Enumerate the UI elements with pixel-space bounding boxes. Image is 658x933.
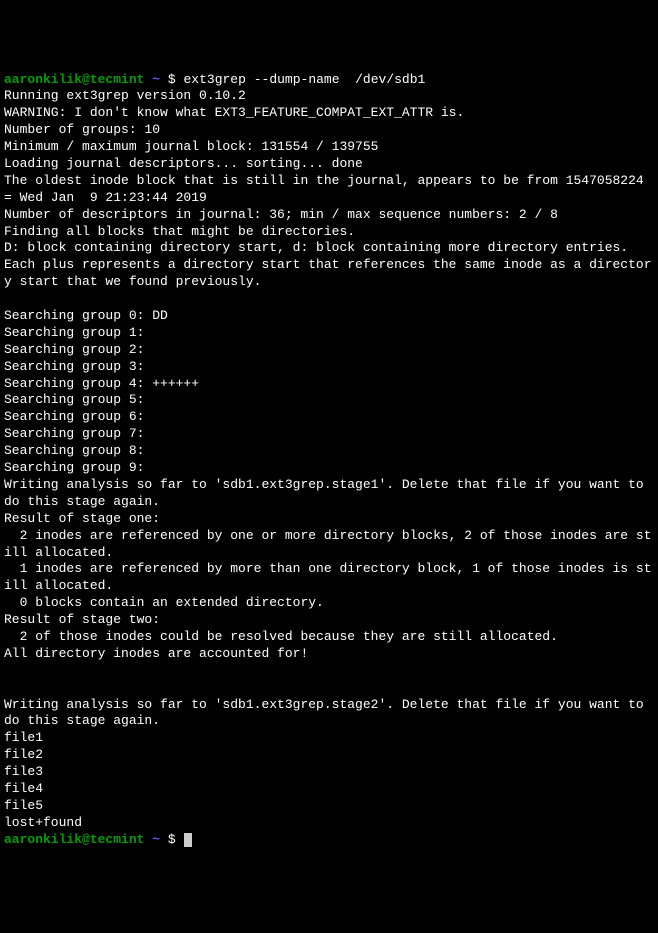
- output-line: Searching group 4: ++++++: [4, 376, 199, 391]
- terminal-window[interactable]: aaronkilik@tecmint ~ $ ext3grep --dump-n…: [4, 72, 654, 849]
- output-line: Number of descriptors in journal: 36; mi…: [4, 207, 558, 222]
- prompt-user: aaronkilik@tecmint: [4, 832, 144, 847]
- output-line: Searching group 2:: [4, 342, 144, 357]
- output-line: WARNING: I don't know what EXT3_FEATURE_…: [4, 105, 464, 120]
- output-line: Result of stage one:: [4, 511, 160, 526]
- output-line: 2 inodes are referenced by one or more d…: [4, 528, 652, 560]
- output-line: Minimum / maximum journal block: 131554 …: [4, 139, 378, 154]
- prompt-line-1: aaronkilik@tecmint ~ $ ext3grep --dump-n…: [4, 72, 425, 87]
- terminal-cursor[interactable]: [184, 833, 192, 847]
- output-line: Loading journal descriptors... sorting..…: [4, 156, 363, 171]
- prompt-tilde: ~: [152, 832, 160, 847]
- command-input: ext3grep --dump-name /dev/sdb1: [184, 72, 426, 87]
- output-line: lost+found: [4, 815, 82, 830]
- output-line: Writing analysis so far to 'sdb1.ext3gre…: [4, 477, 652, 509]
- output-line: file4: [4, 781, 43, 796]
- output-line: Searching group 1:: [4, 325, 144, 340]
- output-line: Searching group 0: DD: [4, 308, 168, 323]
- output-line: Searching group 6:: [4, 409, 144, 424]
- output-line: file2: [4, 747, 43, 762]
- output-line: Finding all blocks that might be directo…: [4, 224, 355, 239]
- output-line: Searching group 3:: [4, 359, 144, 374]
- output-line: 2 of those inodes could be resolved beca…: [4, 629, 558, 644]
- output-line: file1: [4, 730, 43, 745]
- prompt-dollar: $: [168, 72, 176, 87]
- output-line: Result of stage two:: [4, 612, 160, 627]
- prompt-dollar: $: [168, 832, 176, 847]
- output-line: All directory inodes are accounted for!: [4, 646, 308, 661]
- output-line: Number of groups: 10: [4, 122, 160, 137]
- output-line: Running ext3grep version 0.10.2: [4, 88, 246, 103]
- output-line: Searching group 9:: [4, 460, 144, 475]
- output-line: D: block containing directory start, d: …: [4, 240, 628, 255]
- output-line: Searching group 8:: [4, 443, 144, 458]
- prompt-tilde: ~: [152, 72, 160, 87]
- output-line: 0 blocks contain an extended directory.: [4, 595, 324, 610]
- output-line: Searching group 5:: [4, 392, 144, 407]
- output-line: 1 inodes are referenced by more than one…: [4, 561, 652, 593]
- output-line: file5: [4, 798, 43, 813]
- output-line: file3: [4, 764, 43, 779]
- output-line: The oldest inode block that is still in …: [4, 173, 652, 205]
- output-line: Searching group 7:: [4, 426, 144, 441]
- prompt-user: aaronkilik@tecmint: [4, 72, 144, 87]
- output-line: Writing analysis so far to 'sdb1.ext3gre…: [4, 697, 652, 729]
- output-line: Each plus represents a directory start t…: [4, 257, 652, 289]
- prompt-line-2: aaronkilik@tecmint ~ $: [4, 832, 192, 847]
